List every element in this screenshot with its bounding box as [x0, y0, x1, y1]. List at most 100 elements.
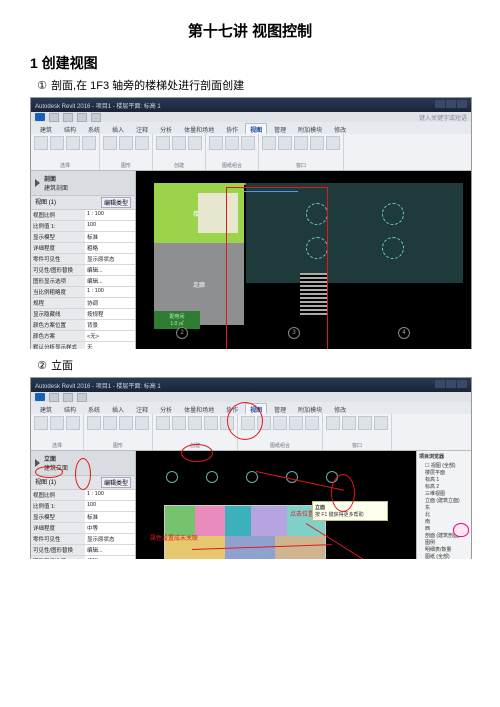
property-row[interactable]: 详细程度粗略	[31, 243, 135, 254]
ribbon-button-icon[interactable]	[326, 136, 340, 150]
browser-item[interactable]: 三维视图	[419, 490, 469, 497]
ribbon-button-icon[interactable]	[103, 416, 117, 430]
browser-item[interactable]: 图例	[419, 539, 469, 546]
ribbon-tab[interactable]: 管理	[269, 123, 291, 134]
ribbon-button-icon[interactable]	[50, 416, 64, 430]
ribbon-tab[interactable]: 修改	[329, 403, 351, 414]
property-row[interactable]: 比例值 1:100	[31, 221, 135, 232]
ribbon-button-icon[interactable]	[119, 136, 133, 150]
browser-item[interactable]: 立面 (建筑立面)	[419, 497, 469, 504]
ribbon-tab[interactable]: 修改	[329, 123, 351, 134]
property-row[interactable]: 视图比例1 : 100	[31, 210, 135, 221]
ribbon-button-icon[interactable]	[87, 416, 101, 430]
project-browser[interactable]: 项目浏览器 ☐ 视图 (全部) 楼层平面 标高 1 标高 2 三维视图 立面 (…	[416, 451, 471, 559]
app-logo-icon[interactable]	[35, 113, 45, 121]
properties-type-selector[interactable]: 立面 建筑立面	[31, 451, 135, 476]
ribbon-button-icon[interactable]	[34, 416, 48, 430]
qat-save-icon[interactable]	[63, 113, 73, 122]
qat-btn-icon[interactable]	[77, 393, 87, 402]
qat-redo-icon[interactable]	[91, 113, 101, 122]
app-logo-icon[interactable]	[35, 393, 45, 401]
ribbon-button-icon[interactable]	[342, 416, 356, 430]
ribbon-button-icon[interactable]	[188, 136, 202, 150]
ribbon-tab[interactable]: 视图	[245, 403, 267, 414]
grid-bubble[interactable]: 4	[398, 327, 410, 339]
property-row[interactable]: 规程协调	[31, 298, 135, 309]
ribbon-tab[interactable]: 建筑	[35, 403, 57, 414]
browser-item[interactable]: 标高 2	[419, 483, 469, 490]
properties-palette[interactable]: 立面 建筑立面 视图 (1) 编辑类型 视图比例1 : 100比例值 1:100…	[31, 451, 136, 559]
qat-btn-icon[interactable]	[49, 393, 59, 402]
ribbon-button-icon[interactable]	[66, 136, 80, 150]
ribbon-button-icon[interactable]	[156, 416, 170, 430]
ribbon-tab[interactable]: 结构	[59, 403, 81, 414]
drawing-canvas[interactable]: 楼梯 走廊 配电间 1.0 ㎡	[136, 171, 471, 349]
ribbon-button-icon[interactable]	[204, 416, 218, 430]
property-row[interactable]: 零件可见性显示原状态	[31, 534, 135, 545]
ribbon-tab[interactable]: 注释	[131, 403, 153, 414]
section-head-line[interactable]	[244, 191, 298, 192]
ribbon-tab[interactable]: 管理	[269, 403, 291, 414]
property-row[interactable]: 零件可见性显示原状态	[31, 254, 135, 265]
property-row[interactable]: 默认分析显示样式无	[31, 342, 135, 349]
ribbon-button-icon[interactable]	[241, 416, 255, 430]
grid-bubble[interactable]: 3	[288, 327, 300, 339]
ribbon-tabs[interactable]: 建筑结构系统插入注释分析体量和场地协作视图管理附加模块修改	[31, 122, 471, 134]
ribbon-button-icon[interactable]	[156, 136, 170, 150]
ribbon-tab[interactable]: 插入	[107, 403, 129, 414]
ribbon-button-icon[interactable]	[278, 136, 292, 150]
ribbon-tab[interactable]: 体量和场地	[179, 403, 219, 414]
ribbon-button-icon[interactable]	[374, 416, 388, 430]
ribbon-tab[interactable]: 附加模块	[293, 123, 327, 134]
ribbon-tab[interactable]: 注释	[131, 123, 153, 134]
property-row[interactable]: 详细程度中等	[31, 523, 135, 534]
property-row[interactable]: 视图比例1 : 100	[31, 490, 135, 501]
ribbon-button-icon[interactable]	[135, 416, 149, 430]
property-row[interactable]: 颜色方案位置背景	[31, 320, 135, 331]
properties-type-selector[interactable]: 剖面 建筑剖面	[31, 171, 135, 196]
ribbon-button-icon[interactable]	[172, 416, 186, 430]
ribbon-tab[interactable]: 系统	[83, 123, 105, 134]
ribbon-tab[interactable]: 体量和场地	[179, 123, 219, 134]
browser-item[interactable]: 楼层平面	[419, 469, 469, 476]
ribbon-button-icon[interactable]	[294, 136, 308, 150]
ribbon-panel[interactable]: 选择图形创建图纸组合窗口	[31, 134, 471, 171]
qat-open-icon[interactable]	[49, 113, 59, 122]
ribbon-button-icon[interactable]	[103, 136, 117, 150]
ribbon-button-icon[interactable]	[82, 136, 96, 150]
ribbon-button-icon[interactable]	[34, 136, 48, 150]
ribbon-button-icon[interactable]	[262, 136, 276, 150]
quick-access-toolbar[interactable]	[31, 392, 471, 402]
qat-btn-icon[interactable]	[63, 393, 73, 402]
property-row[interactable]: 图形显示选项编辑...	[31, 556, 135, 559]
ribbon-panel[interactable]: 选择图形创建图纸组合窗口	[31, 414, 471, 451]
property-row[interactable]: 显示隐藏线按规程	[31, 309, 135, 320]
ribbon-button-icon[interactable]	[257, 416, 271, 430]
ribbon-tab[interactable]: 建筑	[35, 123, 57, 134]
drawing-canvas[interactable]: 点击位置 将锁打开 属性设置成未关联 立面 按 F1 键获得更多帮助 项目浏览器…	[136, 451, 471, 559]
ribbon-button-icon[interactable]	[326, 416, 340, 430]
ribbon-button-icon[interactable]	[66, 416, 80, 430]
ribbon-button-icon[interactable]	[289, 416, 303, 430]
property-row[interactable]: 图形显示选项编辑...	[31, 276, 135, 287]
ribbon-tab[interactable]: 协作	[221, 123, 243, 134]
ribbon-tab[interactable]: 附加模块	[293, 403, 327, 414]
ribbon-tab[interactable]: 分析	[155, 403, 177, 414]
ribbon-button-icon[interactable]	[358, 416, 372, 430]
grid-bubble[interactable]: 2	[176, 327, 188, 339]
ribbon-button-icon[interactable]	[273, 416, 287, 430]
property-row[interactable]: 比例值 1:100	[31, 501, 135, 512]
ribbon-button-icon[interactable]	[310, 136, 324, 150]
browser-item[interactable]: 明细表/数量	[419, 546, 469, 553]
property-row[interactable]: 颜色方案<无>	[31, 331, 135, 342]
search-placeholder[interactable]: 键入关键字或短语	[419, 113, 467, 122]
browser-item[interactable]: 北	[419, 511, 469, 518]
ribbon-tab[interactable]: 协作	[221, 403, 243, 414]
ribbon-tab[interactable]: 插入	[107, 123, 129, 134]
property-row[interactable]: 可见性/图形替换编辑...	[31, 265, 135, 276]
ribbon-button-icon[interactable]	[119, 416, 133, 430]
ribbon-button-icon[interactable]	[241, 136, 255, 150]
property-row[interactable]: 显示模型标准	[31, 232, 135, 243]
ribbon-button-icon[interactable]	[209, 136, 223, 150]
ribbon-tabs[interactable]: 建筑结构系统插入注释分析体量和场地协作视图管理附加模块修改	[31, 402, 471, 414]
